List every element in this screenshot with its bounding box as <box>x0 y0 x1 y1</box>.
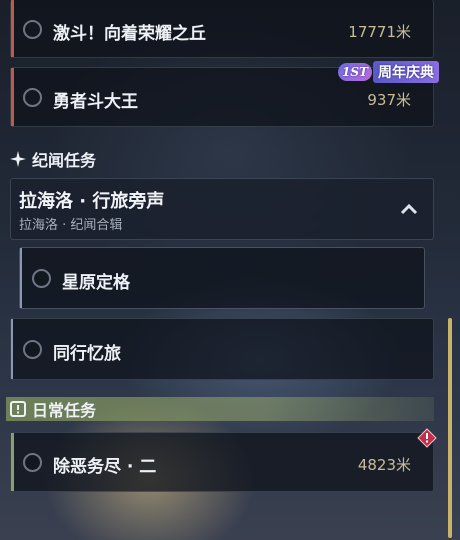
track-radio[interactable] <box>23 453 42 472</box>
quest-title: 同行忆旅 <box>53 344 121 364</box>
quest-card[interactable]: 激斗！向着荣耀之丘 17771米 <box>10 0 434 58</box>
quest-card[interactable]: 星原定格 <box>19 247 425 309</box>
lore-section-header: 纪闻任务 <box>6 147 436 171</box>
anniversary-badge: 1ST 周年庆典 <box>338 59 440 85</box>
anniversary-text: 周年庆典 <box>372 61 439 83</box>
track-radio[interactable] <box>23 88 42 107</box>
group-subtitle: 拉海洛 · 纪闻合辑 <box>19 218 123 233</box>
quest-card[interactable]: 除恶务尽 · 二 4823米 <box>10 432 434 492</box>
track-radio[interactable] <box>32 269 51 288</box>
quest-title: 勇者斗大王 <box>53 92 138 112</box>
quest-distance: 4823米 <box>357 456 411 474</box>
daily-section-header: 日常任务 <box>6 397 434 421</box>
daily-section-title: 日常任务 <box>32 401 97 420</box>
scrollbar[interactable] <box>448 318 452 538</box>
quest-title: 星原定格 <box>62 273 130 293</box>
quest-accent-bar <box>11 0 14 57</box>
track-radio[interactable] <box>23 20 42 39</box>
group-title: 拉海洛 · 行旅旁声 <box>19 191 165 212</box>
quest-accent-bar <box>20 248 22 308</box>
chevron-up-icon[interactable] <box>399 201 419 215</box>
quest-distance: 937米 <box>367 91 411 109</box>
quest-accent-bar <box>11 68 14 126</box>
alert-diamond-icon <box>417 428 437 448</box>
track-radio[interactable] <box>23 340 42 359</box>
quest-accent-bar <box>11 319 13 379</box>
quest-distance: 17771米 <box>348 23 411 41</box>
lore-section-title: 纪闻任务 <box>32 151 97 170</box>
sparkle-icon <box>10 151 26 167</box>
quest-accent-bar <box>11 433 14 491</box>
quest-title: 除恶务尽 · 二 <box>53 457 157 477</box>
quest-title: 激斗！向着荣耀之丘 <box>53 24 206 44</box>
quest-card[interactable]: 同行忆旅 <box>10 318 434 380</box>
anniversary-1st-icon: 1ST <box>338 63 372 81</box>
quest-group-header[interactable]: 拉海洛 · 行旅旁声 拉海洛 · 纪闻合辑 <box>10 178 434 240</box>
task-box-icon <box>10 401 26 417</box>
